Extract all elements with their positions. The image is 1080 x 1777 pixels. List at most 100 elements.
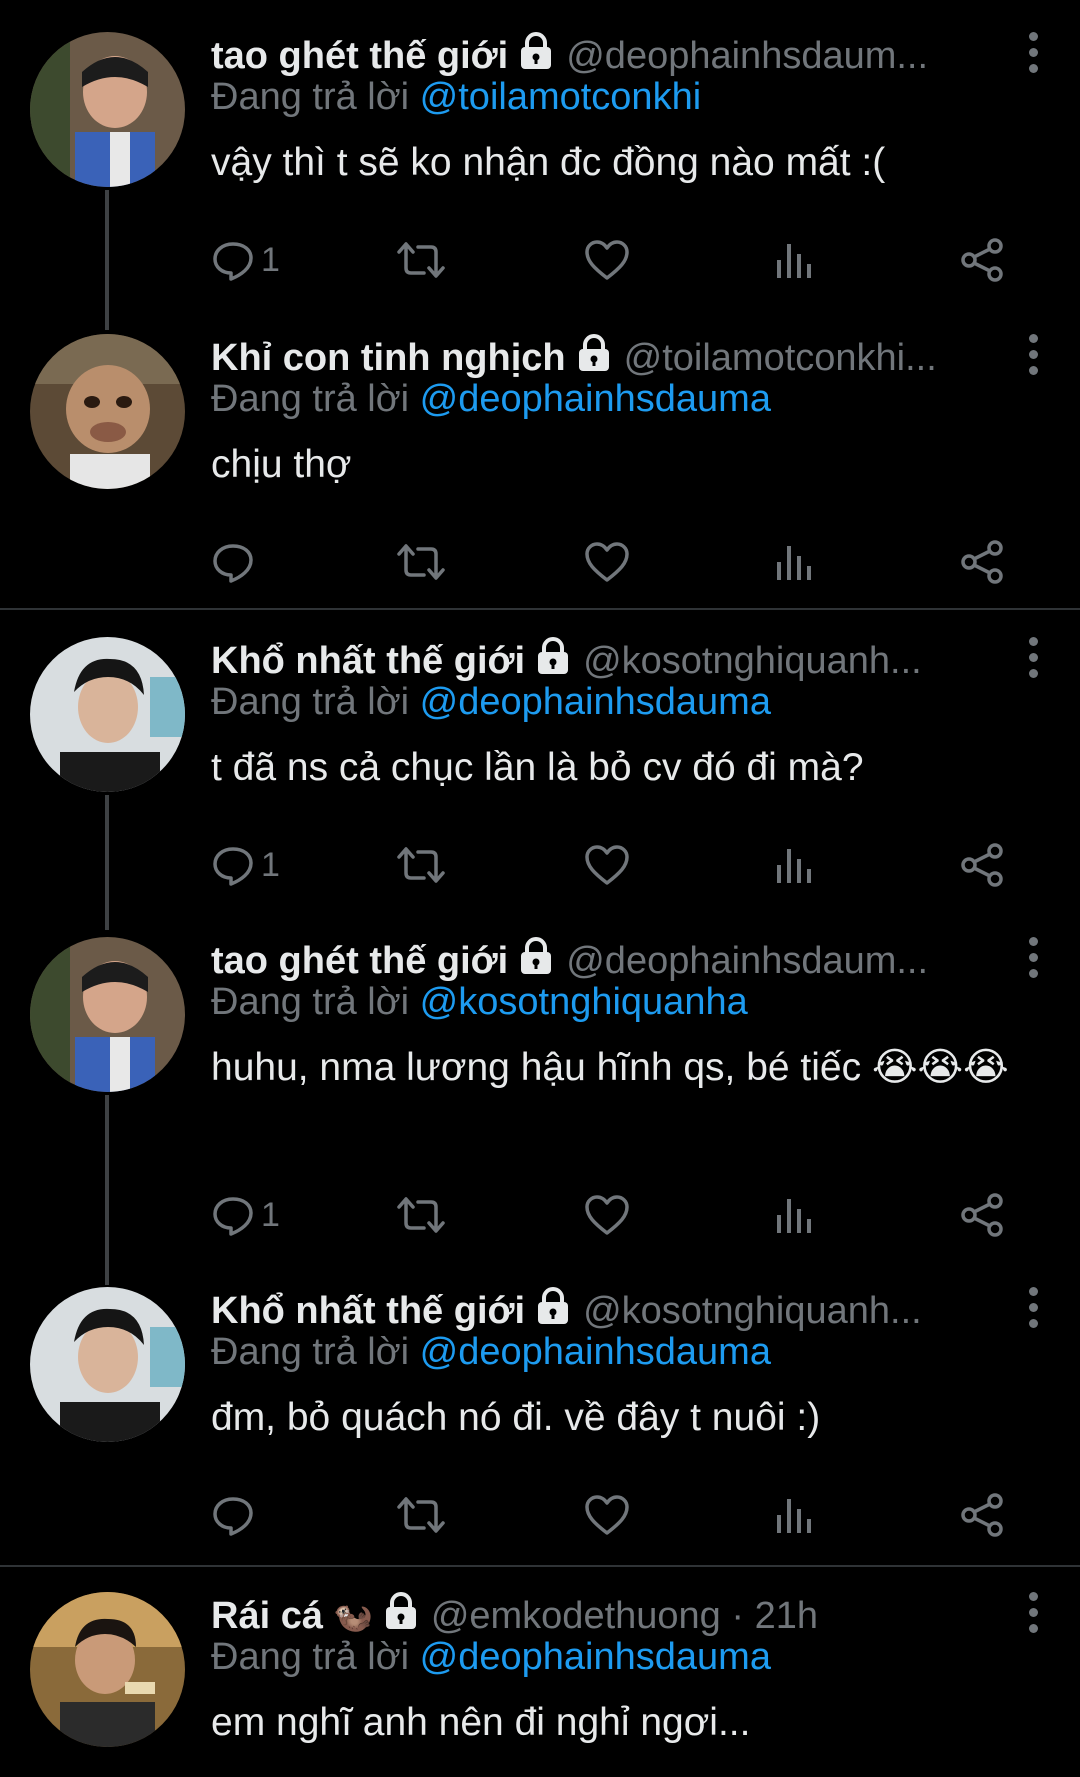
display-name[interactable]: Rái cá — [211, 1595, 323, 1638]
user-handle[interactable]: @toilamotconkhi... — [624, 337, 937, 380]
tweet-text: t đã ns cả chục lần là bỏ cv đó đi mà? — [211, 746, 864, 789]
monkey-avatar-icon[interactable] — [30, 334, 185, 489]
share-button[interactable] — [959, 230, 1005, 290]
lock-icon — [518, 937, 554, 985]
tweet[interactable]: Khỉ con tinh nghịch @toilamotconkhi... Đ… — [0, 322, 1080, 608]
action-bar: 1 — [211, 230, 1011, 290]
like-button[interactable] — [584, 835, 630, 895]
reply-icon — [211, 238, 255, 282]
mention-link[interactable]: @deophainhsdauma — [420, 378, 771, 420]
user-handle[interactable]: @deophainhsdaum... — [566, 35, 928, 78]
reply-button[interactable]: 1 — [211, 835, 280, 895]
retweet-button[interactable] — [396, 532, 446, 592]
like-button[interactable] — [584, 532, 630, 592]
replying-to: Đang trả lời @deophainhsdauma — [211, 1331, 771, 1374]
tweet-text: em nghĩ anh nên đi nghỉ ngơi... — [211, 1701, 751, 1744]
replying-to: Đang trả lời @deophainhsdauma — [211, 681, 771, 724]
young-man-avatar-icon[interactable] — [30, 1287, 185, 1442]
user-handle[interactable]: @deophainhsdaum... — [566, 940, 928, 983]
like-button[interactable] — [584, 1185, 630, 1245]
reply-button[interactable]: 1 — [211, 1185, 280, 1245]
retweet-button[interactable] — [396, 1485, 446, 1545]
retweet-button[interactable] — [396, 1185, 446, 1245]
tweet-text: chịu thợ — [211, 443, 352, 486]
share-button[interactable] — [959, 1185, 1005, 1245]
child-avatar-icon[interactable] — [30, 32, 185, 187]
replying-label: Đang trả lời — [211, 1331, 420, 1373]
mention-link[interactable]: @deophainhsdauma — [420, 1331, 771, 1373]
retweet-icon — [396, 1193, 446, 1237]
retweet-button[interactable] — [396, 835, 446, 895]
reply-icon — [211, 1193, 255, 1237]
reply-button[interactable] — [211, 1485, 261, 1545]
views-icon — [774, 843, 814, 887]
replying-to: Đang trả lời @toilamotconkhi — [211, 76, 701, 119]
action-bar — [211, 1485, 1011, 1545]
tweet-text: đm, bỏ quách nó đi. về đây t nuôi :) — [211, 1396, 821, 1439]
display-name[interactable]: tao ghét thế giới — [211, 35, 508, 78]
tweet-text: vậy thì t sẽ ko nhận đc đồng nào mất :( — [211, 141, 886, 184]
action-bar — [211, 532, 1011, 592]
reply-icon — [211, 1493, 255, 1537]
lock-icon — [518, 32, 554, 80]
tweet[interactable]: Khổ nhất thế giới @kosotnghiquanh... Đan… — [0, 1275, 1080, 1565]
like-button[interactable] — [584, 230, 630, 290]
like-button[interactable] — [584, 1485, 630, 1545]
share-button[interactable] — [959, 532, 1005, 592]
replying-label: Đang trả lời — [211, 76, 420, 118]
otter-emoji: 🦦 — [332, 1598, 373, 1634]
thread-divider — [0, 608, 1080, 610]
display-name[interactable]: Khổ nhất thế giới — [211, 1290, 525, 1333]
mention-link[interactable]: @deophainhsdauma — [420, 1636, 771, 1678]
tweet[interactable]: tao ghét thế giới @deophainhsdaum... Đan… — [0, 925, 1080, 1285]
thread-line — [105, 190, 109, 330]
share-icon — [959, 539, 1005, 585]
reply-button[interactable] — [211, 532, 261, 592]
display-name[interactable]: Khổ nhất thế giới — [211, 640, 525, 683]
user-handle[interactable]: @emkodethuong · 21h — [431, 1595, 818, 1638]
replying-label: Đang trả lời — [211, 1636, 420, 1678]
mention-link[interactable]: @kosotnghiquanha — [420, 981, 748, 1023]
views-icon — [774, 238, 814, 282]
lock-icon — [383, 1592, 419, 1640]
more-icon[interactable] — [1026, 637, 1040, 681]
views-icon — [774, 1193, 814, 1237]
views-button[interactable] — [774, 835, 814, 895]
child-avatar-icon[interactable] — [30, 937, 185, 1092]
retweet-button[interactable] — [396, 230, 446, 290]
mention-link[interactable]: @deophainhsdauma — [420, 681, 771, 723]
share-icon — [959, 237, 1005, 283]
share-icon — [959, 1492, 1005, 1538]
reply-count: 1 — [261, 845, 280, 884]
tweet[interactable]: Khổ nhất thế giới @kosotnghiquanh... Đan… — [0, 625, 1080, 930]
mention-link[interactable]: @toilamotconkhi — [420, 76, 701, 118]
reply-count: 1 — [261, 1195, 280, 1234]
reply-icon — [211, 540, 255, 584]
share-button[interactable] — [959, 835, 1005, 895]
man-eating-avatar-icon[interactable] — [30, 1592, 185, 1747]
action-bar: 1 — [211, 1185, 1011, 1245]
views-button[interactable] — [774, 1185, 814, 1245]
views-button[interactable] — [774, 532, 814, 592]
more-icon[interactable] — [1026, 1287, 1040, 1331]
display-name[interactable]: tao ghét thế giới — [211, 940, 508, 983]
share-button[interactable] — [959, 1485, 1005, 1545]
thread-line — [105, 795, 109, 930]
views-button[interactable] — [774, 230, 814, 290]
more-icon[interactable] — [1026, 1592, 1040, 1636]
replying-label: Đang trả lời — [211, 981, 420, 1023]
user-handle[interactable]: @kosotnghiquanh... — [583, 1290, 922, 1333]
thread-line — [105, 1095, 109, 1285]
more-icon[interactable] — [1026, 32, 1040, 76]
retweet-icon — [396, 238, 446, 282]
like-icon — [584, 1193, 630, 1237]
young-man-avatar-icon[interactable] — [30, 637, 185, 792]
user-handle[interactable]: @kosotnghiquanh... — [583, 640, 922, 683]
tweet[interactable]: tao ghét thế giới @deophainhsdaum... Đan… — [0, 20, 1080, 330]
display-name[interactable]: Khỉ con tinh nghịch — [211, 337, 566, 380]
more-icon[interactable] — [1026, 334, 1040, 378]
reply-button[interactable]: 1 — [211, 230, 280, 290]
tweet[interactable]: Rái cá 🦦 @emkodethuong · 21h Đang trả lờ… — [0, 1580, 1080, 1777]
views-button[interactable] — [774, 1485, 814, 1545]
more-icon[interactable] — [1026, 937, 1040, 981]
